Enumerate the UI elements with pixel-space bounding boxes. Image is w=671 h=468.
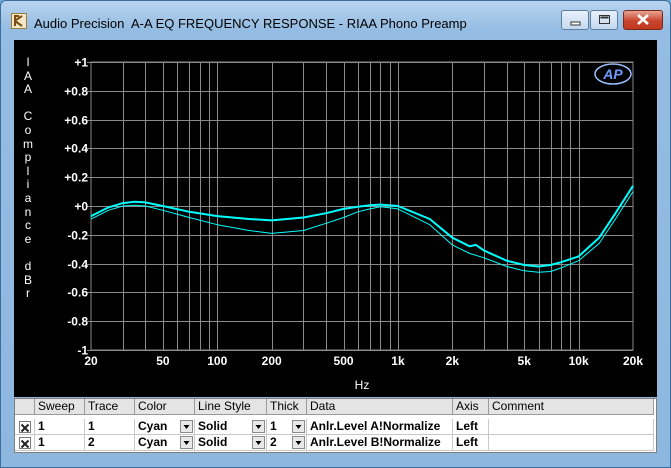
app-window: Audio Precision A-A EQ FREQUENCY RESPONS… <box>0 0 671 468</box>
dropdown-arrow-icon[interactable] <box>252 436 265 449</box>
x-tick-label: 2k <box>446 354 460 368</box>
cell-text: 1 <box>38 419 45 433</box>
maximize-icon <box>599 15 610 24</box>
cell-text: 1 <box>38 435 45 449</box>
cell-text: Solid <box>198 435 228 449</box>
y-tick-label: +1 <box>74 56 88 70</box>
title-bar[interactable]: Audio Precision A-A EQ FREQUENCY RESPONS… <box>1 1 670 39</box>
dropdown-arrow-icon[interactable] <box>180 420 193 433</box>
maximize-button[interactable] <box>590 10 618 30</box>
column-header-trace[interactable]: Trace <box>85 399 135 415</box>
graph-panel: IAA Compliance dBr +1 +0.8 +0.6 +0.4 +0.2 +0-… <box>14 40 657 397</box>
x-tick-label: 10k <box>569 354 589 368</box>
row-checkbox-cell[interactable] <box>15 419 35 435</box>
window-document-title: A-A EQ FREQUENCY RESPONSE - RIAA Phono P… <box>131 16 467 31</box>
column-header-axis[interactable]: Axis <box>453 399 489 415</box>
y-tick-label: +0.8 <box>64 85 88 99</box>
ap-logo-text: AP <box>602 66 623 82</box>
row-checkbox-cell[interactable] <box>15 435 35 451</box>
y-tick-label: -0.2 <box>67 229 88 243</box>
y-tick-label: +0.2 <box>64 171 88 185</box>
table-row[interactable]: 1 2 Cyan Solid 2 Anlr.Level B!Normalize Left <box>15 435 656 451</box>
cell-line_style[interactable]: Solid <box>195 419 267 435</box>
cell-color[interactable]: Cyan <box>135 419 195 435</box>
minimize-icon <box>570 21 581 26</box>
check-mark-icon <box>20 423 30 433</box>
table-row[interactable]: 1 1 Cyan Solid 1 Anlr.Level A!Normalize Left <box>15 419 656 435</box>
cell-text: 1 <box>88 419 95 433</box>
cell-trace: 1 <box>85 419 135 435</box>
x-tick-label: 1k <box>391 354 405 368</box>
x-axis-label: Hz <box>355 378 370 392</box>
frequency-response-graph[interactable]: +1+0.8+0.6+0.4+0.2+0-0.2-0.4-0.6-0.8-120… <box>14 40 657 397</box>
trace-line-1 <box>91 191 634 273</box>
cell-text: Left <box>456 435 478 449</box>
cell-thick[interactable]: 2 <box>267 435 307 451</box>
window-app-name: Audio Precision <box>34 16 125 31</box>
y-tick-label: -0.6 <box>67 286 88 300</box>
cell-text: Cyan <box>138 419 168 433</box>
cell-text: Cyan <box>138 435 168 449</box>
trace-line-2 <box>91 185 634 268</box>
trace-checkbox[interactable] <box>19 421 31 433</box>
column-header-sweep[interactable]: Sweep <box>35 399 85 415</box>
cell-text: Solid <box>198 419 228 433</box>
dropdown-arrow-icon[interactable] <box>252 420 265 433</box>
cell-text: Anlr.Level A!Normalize <box>310 419 441 433</box>
cell-text: Anlr.Level B!Normalize <box>310 435 441 449</box>
x-tick-label: 5k <box>518 354 532 368</box>
y-tick-label: +0 <box>74 200 88 214</box>
cell-text: Left <box>456 419 478 433</box>
header-select[interactable] <box>15 399 35 415</box>
minimize-button[interactable] <box>561 10 589 30</box>
cell-data: Anlr.Level B!Normalize <box>307 435 453 451</box>
column-header-data[interactable]: Data <box>307 399 453 415</box>
cell-axis: Left <box>453 435 489 451</box>
column-header-color[interactable]: Color <box>135 399 195 415</box>
close-button[interactable] <box>623 10 663 30</box>
column-header-comment[interactable]: Comment <box>489 399 654 415</box>
trace-table: Sweep Trace Color Line Style Thick Data Axis Co… <box>14 398 657 453</box>
y-tick-label: -0.4 <box>67 258 88 272</box>
cell-sweep: 1 <box>35 419 85 435</box>
x-tick-label: 50 <box>156 354 170 368</box>
app-icon <box>11 13 27 29</box>
dropdown-arrow-icon[interactable] <box>180 436 193 449</box>
cell-comment <box>489 419 654 435</box>
cell-axis: Left <box>453 419 489 435</box>
x-tick-label: 20 <box>84 354 98 368</box>
x-tick-label: 200 <box>262 354 282 368</box>
x-tick-label: 100 <box>207 354 227 368</box>
table-header-row: Sweep Trace Color Line Style Thick Data Axis Co… <box>15 399 656 415</box>
cell-comment <box>489 435 654 451</box>
close-icon <box>637 14 649 25</box>
cell-line_style[interactable]: Solid <box>195 435 267 451</box>
column-header-thick[interactable]: Thick <box>267 399 307 415</box>
x-tick-label: 20k <box>623 354 643 368</box>
column-header-line_style[interactable]: Line Style <box>195 399 267 415</box>
cell-data: Anlr.Level A!Normalize <box>307 419 453 435</box>
dropdown-arrow-icon[interactable] <box>292 420 305 433</box>
cell-text: 1 <box>270 419 277 433</box>
cell-thick[interactable]: 1 <box>267 419 307 435</box>
cell-text: 2 <box>88 435 95 449</box>
y-tick-label: +0.6 <box>64 114 88 128</box>
cell-text: 2 <box>270 435 277 449</box>
y-tick-label: -0.8 <box>67 315 88 329</box>
cell-trace: 2 <box>85 435 135 451</box>
x-tick-label: 500 <box>334 354 354 368</box>
cell-color[interactable]: Cyan <box>135 435 195 451</box>
y-tick-label: +0.4 <box>64 142 88 156</box>
cell-sweep: 1 <box>35 435 85 451</box>
check-mark-icon <box>20 439 30 449</box>
dropdown-arrow-icon[interactable] <box>292 436 305 449</box>
trace-checkbox[interactable] <box>19 437 31 449</box>
